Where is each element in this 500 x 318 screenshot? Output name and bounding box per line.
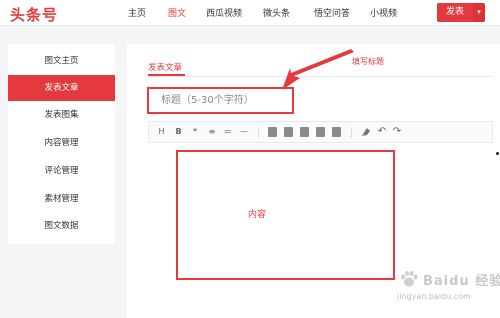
sidebar-item-article-data[interactable]: 图文数据 bbox=[8, 213, 115, 239]
nav-item-wukong-qa[interactable]: 悟空问答 bbox=[314, 6, 350, 19]
tab-publish-article[interactable]: 发表文章 bbox=[148, 61, 182, 73]
sidebar: 图文主页 发表文章 发表图集 内容管理 评论管理 素材管理 图文数据 bbox=[8, 44, 115, 244]
text-cursor-dot bbox=[496, 152, 499, 155]
toolbar-divider bbox=[258, 127, 259, 138]
clear-format-icon[interactable] bbox=[361, 126, 371, 138]
audio-icon[interactable] bbox=[316, 127, 325, 137]
bold-icon[interactable]: B bbox=[174, 126, 183, 138]
image-icon[interactable] bbox=[268, 127, 277, 137]
nav-item-xigua-video[interactable]: 西瓜视频 bbox=[206, 6, 242, 19]
redo-icon[interactable]: ↷ bbox=[392, 126, 402, 138]
watermark-title: Baidu 经验 bbox=[423, 274, 500, 289]
video-icon[interactable] bbox=[300, 127, 309, 137]
watermark-url: jingyan.baidu.com bbox=[397, 292, 471, 301]
document-icon[interactable] bbox=[284, 127, 293, 137]
sidebar-item-article-home[interactable]: 图文主页 bbox=[8, 48, 115, 74]
sidebar-item-publish-article[interactable]: 发表文章 bbox=[8, 75, 115, 101]
undo-icon[interactable]: ↶ bbox=[377, 126, 387, 138]
paw-logo-icon bbox=[401, 271, 418, 287]
annotation-label: 填写标题 bbox=[352, 57, 384, 66]
unordered-list-icon[interactable]: ≡ bbox=[207, 126, 217, 138]
editor-toolbar: H B ❝ ≡ ≔ — ↶ ↷ bbox=[148, 121, 493, 143]
publish-dropdown-caret-icon[interactable]: ▾ bbox=[473, 3, 485, 22]
quote-icon[interactable]: ❝ bbox=[190, 126, 200, 138]
publish-button[interactable]: 发表 bbox=[437, 3, 473, 22]
app-logo[interactable]: 头条号 bbox=[10, 4, 58, 25]
title-input[interactable]: 标题（5-30个字符） bbox=[147, 87, 294, 114]
nav-item-home[interactable]: 主页 bbox=[128, 6, 146, 19]
horizontal-rule-icon[interactable]: — bbox=[239, 126, 249, 138]
nav-item-articles[interactable]: 图文 bbox=[168, 6, 186, 19]
content-editor[interactable]: 内容 bbox=[176, 150, 395, 280]
tab-divider bbox=[148, 76, 493, 77]
top-bar: 头条号 主页 图文 西瓜视频 微头条 悟空问答 小视频 发表 ▾ bbox=[0, 0, 500, 26]
heading-icon[interactable]: H bbox=[157, 126, 166, 138]
watermark: Baidu 经验 jingyan.baidu.com bbox=[385, 266, 500, 314]
toolbar-divider bbox=[351, 127, 352, 138]
sidebar-item-comment-management[interactable]: 评论管理 bbox=[8, 158, 115, 184]
nav-item-short-video[interactable]: 小视频 bbox=[370, 6, 397, 19]
sidebar-item-publish-gallery[interactable]: 发表图集 bbox=[8, 102, 115, 128]
sidebar-item-content-management[interactable]: 内容管理 bbox=[8, 130, 115, 156]
nav-item-micro-toutiao[interactable]: 微头条 bbox=[263, 6, 290, 19]
content-label: 内容 bbox=[248, 210, 267, 220]
sidebar-item-material-management[interactable]: 素材管理 bbox=[8, 186, 115, 212]
vote-icon[interactable] bbox=[332, 127, 341, 137]
ordered-list-icon[interactable]: ≔ bbox=[223, 126, 233, 138]
